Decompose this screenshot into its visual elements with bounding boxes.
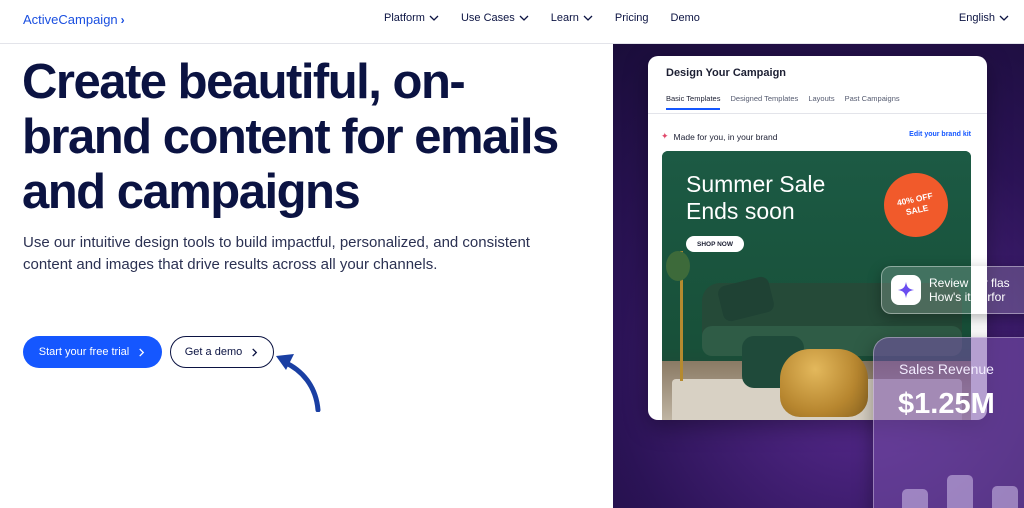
revenue-bar xyxy=(947,475,973,508)
logo-chevron-icon: › xyxy=(120,12,125,27)
edit-brand-kit-link[interactable]: Edit your brand kit xyxy=(909,131,971,138)
nav-item-label: Demo xyxy=(670,12,700,24)
chevron-right-icon xyxy=(252,347,258,357)
logo-text: ActiveCampaign xyxy=(23,12,118,27)
main-menu: Platform Use Cases Learn Pricing Demo xyxy=(384,12,722,24)
sales-revenue-card: Sales Revenue $1.25M xyxy=(873,337,1024,508)
review-line-1: Review my flas xyxy=(929,276,1010,290)
nav-item-use-cases[interactable]: Use Cases xyxy=(461,12,529,24)
nav-item-label: Platform xyxy=(384,12,425,24)
chevron-down-icon xyxy=(429,15,439,21)
language-label: English xyxy=(958,12,995,24)
language-selector[interactable]: English xyxy=(959,12,1009,24)
chevron-down-icon xyxy=(999,15,1009,21)
start-free-trial-button[interactable]: Start your free trial xyxy=(23,336,162,368)
top-nav: ActiveCampaign › Platform Use Cases Lear… xyxy=(0,0,1024,44)
made-for-you-label: Made for you, in your brand xyxy=(673,131,778,142)
nav-item-learn[interactable]: Learn xyxy=(551,12,593,24)
ai-review-prompt[interactable]: Review my flas How's it perfor xyxy=(881,266,1024,314)
tab-basic-templates[interactable]: Basic Templates xyxy=(666,94,721,110)
nav-item-label: Learn xyxy=(550,12,579,24)
button-label: Get a demo xyxy=(184,346,243,358)
shop-now-button[interactable]: SHOP NOW xyxy=(686,236,744,252)
nav-item-label: Pricing xyxy=(614,12,649,24)
revenue-bar xyxy=(902,489,928,508)
template-tabs: Basic Templates Designed Templates Layou… xyxy=(666,94,900,110)
chevron-down-icon xyxy=(583,15,593,21)
nav-item-platform[interactable]: Platform xyxy=(384,12,439,24)
nav-item-demo[interactable]: Demo xyxy=(671,12,700,24)
logo[interactable]: ActiveCampaign › xyxy=(23,12,125,27)
chevron-right-icon xyxy=(139,347,145,357)
card-title: Design Your Campaign xyxy=(666,67,787,79)
tab-designed-templates[interactable]: Designed Templates xyxy=(730,94,798,110)
ai-sparkle-icon xyxy=(891,275,921,305)
revenue-bar xyxy=(992,486,1018,508)
made-for-you-row: ✦ Made for you, in your brand xyxy=(661,131,778,142)
chevron-down-icon xyxy=(519,15,529,21)
tab-layouts[interactable]: Layouts xyxy=(808,94,834,110)
promo-title-line-1: Summer Sale xyxy=(686,171,826,197)
tab-past-campaigns[interactable]: Past Campaigns xyxy=(845,94,900,110)
promo-title: Summer Sale Ends soon xyxy=(686,171,825,225)
tab-divider xyxy=(648,113,987,114)
promo-coffee-table xyxy=(780,349,868,417)
hero-subtitle: Use our intuitive design tools to build … xyxy=(23,234,530,273)
product-preview-panel: Design Your Campaign Basic Templates Des… xyxy=(613,44,1024,508)
promo-plant xyxy=(666,251,690,281)
sparkle-icon: ✦ xyxy=(661,131,669,141)
button-label: Start your free trial xyxy=(38,346,130,358)
promo-title-line-2: Ends soon xyxy=(686,198,795,224)
revenue-bars xyxy=(902,338,1024,508)
hero-title: Create beautiful, on-brand content for e… xyxy=(22,55,559,219)
curved-arrow-icon xyxy=(276,354,321,412)
get-demo-button[interactable]: Get a demo xyxy=(170,336,274,368)
nav-item-label: Use Cases xyxy=(460,12,515,24)
review-text: Review my flas How's it perfor xyxy=(929,276,1010,304)
nav-item-pricing[interactable]: Pricing xyxy=(615,12,649,24)
review-line-2: How's it perfor xyxy=(929,290,1006,304)
